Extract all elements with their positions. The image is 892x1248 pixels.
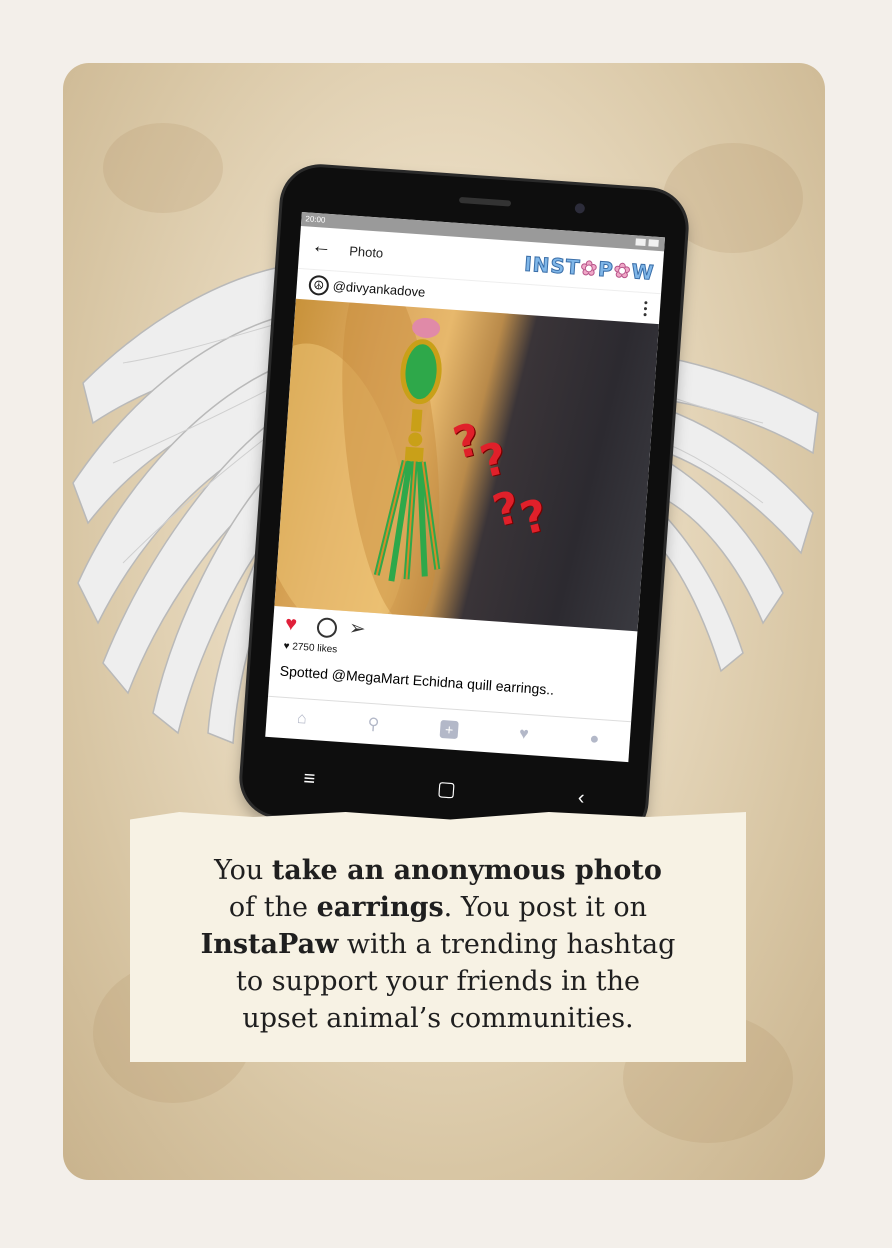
topbar-title: Photo [348, 243, 384, 261]
speaker [458, 196, 512, 207]
username[interactable]: @divyankadove [332, 278, 426, 299]
phone-screen: 20:00 ← Photo INST✿P✿W ☮ @divyankadove ?… [265, 211, 666, 763]
text: . You post it on [443, 892, 648, 923]
comment-icon[interactable] [316, 617, 338, 639]
heart-icon[interactable]: ♥ [284, 613, 297, 637]
card-text: You take an anonymous photo of the earri… [130, 852, 746, 1037]
back-arrow-icon[interactable]: ← [311, 235, 332, 259]
phone: 20:00 ← Photo INST✿P✿W ☮ @divyankadove ?… [239, 164, 689, 842]
post-photo: ? ? ? ? [274, 298, 659, 632]
question-mark: ? [475, 432, 513, 489]
emphasis: take an anonymous photo [271, 855, 662, 886]
profile-icon[interactable]: ● [589, 730, 600, 749]
camera [574, 203, 586, 214]
text: of the [228, 892, 317, 923]
peace-icon[interactable]: ☮ [308, 274, 330, 297]
question-mark: ? [515, 489, 553, 546]
add-icon[interactable]: + [439, 719, 459, 740]
battery-icon [648, 239, 659, 247]
likes-text: 2750 likes [291, 641, 338, 656]
home-icon[interactable]: ⌂ [296, 710, 308, 729]
card-line-1: You take an anonymous photo [130, 852, 746, 889]
wifi-icon [635, 238, 646, 247]
menu-icon[interactable]: ≡ [303, 767, 316, 791]
status-icons [635, 238, 659, 247]
share-icon[interactable]: ➢ [348, 615, 366, 641]
square-icon[interactable]: ▢ [436, 775, 457, 801]
phone-body: 20:00 ← Photo INST✿P✿W ☮ @divyankadove ?… [239, 164, 689, 842]
card-line-4: to support your friends in the [236, 966, 640, 997]
card-line-5: upset animal’s communities. [242, 1003, 634, 1034]
instapaw-logo: INST✿P✿W [523, 251, 656, 286]
emphasis: InstaPaw [200, 929, 339, 960]
card-line-3: InstaPaw with a trending hashtag [130, 926, 746, 963]
status-time: 20:00 [305, 214, 326, 225]
text-card: You take an anonymous photo of the earri… [130, 812, 746, 1062]
activity-icon[interactable]: ♥ [519, 725, 530, 744]
paw-icon: ✿ [612, 257, 633, 284]
text: You [214, 855, 272, 886]
back-icon[interactable]: ‹ [577, 786, 585, 809]
logo-text: INST [523, 251, 582, 280]
paw-icon: ✿ [579, 255, 600, 281]
likes-count: ♥ 2750 likes [283, 640, 338, 656]
more-icon[interactable] [643, 301, 648, 317]
text: with a trending hashtag [338, 929, 676, 960]
logo-text: W [630, 259, 656, 286]
emphasis: earrings [316, 892, 444, 923]
card-line-2: of the earrings. You post it on [130, 889, 746, 926]
search-icon[interactable]: ⚲ [367, 714, 380, 735]
